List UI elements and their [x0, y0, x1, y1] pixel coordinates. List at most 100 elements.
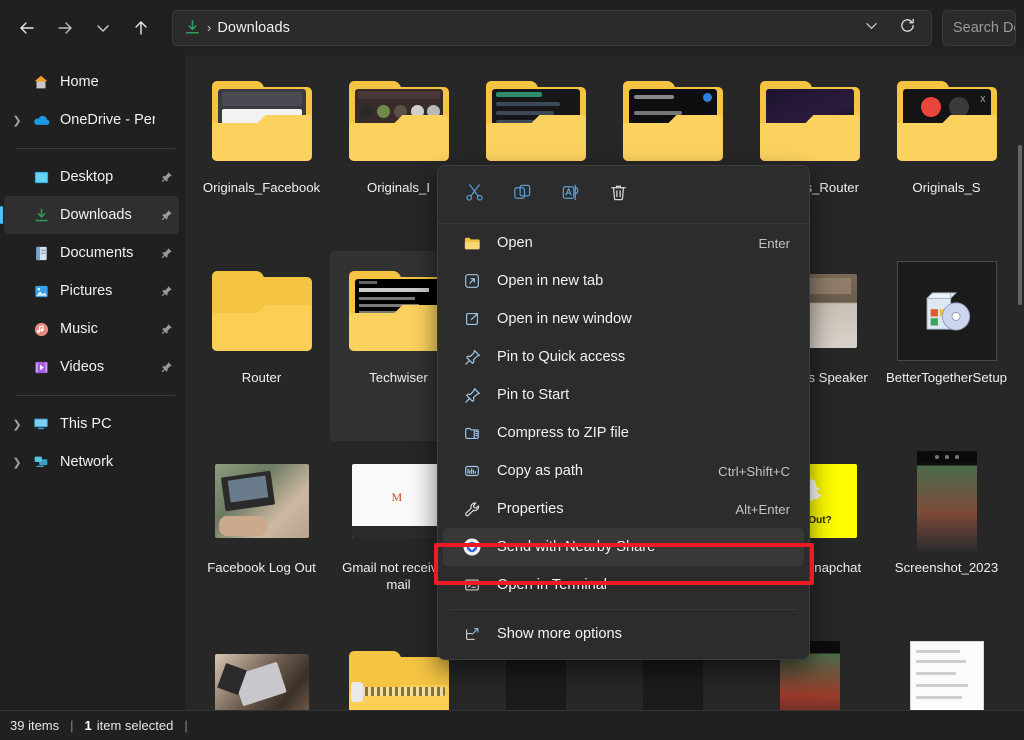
- context-menu-separator: [450, 609, 797, 610]
- folder-thumbnail: [759, 69, 860, 173]
- sidebar-item-pictures[interactable]: Pictures: [4, 272, 179, 310]
- delete-button[interactable]: [594, 175, 642, 215]
- sidebar-item-label: Music: [60, 321, 98, 337]
- file-name: Facebook Log Out: [207, 560, 316, 575]
- file-tile[interactable]: Router: [193, 251, 330, 441]
- this-pc-icon: [28, 414, 54, 434]
- context-menu-item-open-in-new-tab[interactable]: Open in new tab: [443, 262, 804, 300]
- forward-button[interactable]: [46, 9, 84, 47]
- sidebar-item-downloads[interactable]: Downloads: [0, 196, 179, 234]
- desktop-icon: [28, 167, 54, 187]
- arrow-up-icon: [131, 18, 151, 38]
- context-menu-item-label: Open in new tab: [497, 273, 604, 289]
- address-bar[interactable]: › Downloads: [172, 9, 932, 46]
- chevron-right-icon[interactable]: ❯: [6, 456, 28, 469]
- file-tile[interactable]: BetterTogetherSetup: [878, 251, 1015, 441]
- photo-preview: [214, 654, 309, 710]
- sidebar-item-videos[interactable]: Videos: [4, 348, 179, 386]
- wrench-icon: [459, 500, 485, 519]
- context-menu-item-pin-to-quick-access[interactable]: Pin to Quick access: [443, 338, 804, 376]
- refresh-button[interactable]: [889, 12, 925, 44]
- pin-icon[interactable]: [155, 170, 179, 184]
- file-name: Screenshot_2023: [894, 560, 999, 575]
- context-menu-item-label: Copy as path: [497, 463, 583, 479]
- onedrive-cloud-icon: [28, 110, 54, 130]
- search-input[interactable]: Search Down: [942, 9, 1016, 46]
- context-menu-item-label: Compress to ZIP file: [497, 425, 629, 441]
- recent-locations-button[interactable]: [84, 9, 122, 47]
- folder-thumbnail: [348, 259, 449, 363]
- context-menu-item-label: Open in Terminal: [497, 577, 608, 593]
- breadcrumb-separator: ›: [207, 20, 212, 35]
- address-dropdown-button[interactable]: [853, 12, 889, 44]
- back-button[interactable]: [8, 9, 46, 47]
- context-menu-item-label: Open in new window: [497, 311, 632, 327]
- chevron-right-icon[interactable]: ❯: [6, 418, 28, 431]
- context-menu-item-label: Open: [497, 235, 533, 251]
- sidebar-item-label: OneDrive - Persona: [60, 112, 155, 128]
- copy-button[interactable]: [498, 175, 546, 215]
- file-explorer-window: › Downloads Search Down: [0, 0, 1024, 740]
- context-menu-item-label: Pin to Start: [497, 387, 570, 403]
- context-menu-item-show-more-options[interactable]: Show more options: [443, 615, 804, 653]
- chevron-right-icon[interactable]: ❯: [6, 114, 28, 127]
- folder-icon: [485, 81, 586, 161]
- folder-thumbnail: [211, 259, 312, 363]
- context-menu-item-accel: Alt+Enter: [735, 501, 790, 517]
- new-window-icon: [459, 310, 485, 328]
- toolbar: › Downloads Search Down: [0, 0, 1024, 55]
- vertical-scrollbar[interactable]: [1016, 55, 1024, 710]
- pin-icon[interactable]: [155, 208, 179, 222]
- sidebar-item-music[interactable]: Music: [4, 310, 179, 348]
- sidebar-item-home[interactable]: Home: [4, 63, 179, 101]
- downloads-icon: [179, 19, 205, 36]
- up-button[interactable]: [122, 9, 160, 47]
- breadcrumb[interactable]: Downloads: [217, 20, 290, 36]
- context-menu-item-send-with-nearby-share[interactable]: Send with Nearby Share: [443, 528, 804, 566]
- downloads-icon: [28, 205, 54, 225]
- context-menu[interactable]: Open Enter Open in new tab Open in new w…: [437, 165, 810, 660]
- selected-count: 1: [84, 718, 92, 733]
- context-menu-item-pin-to-start[interactable]: Pin to Start: [443, 376, 804, 414]
- file-tile[interactable]: Facebook Log Out: [193, 441, 330, 631]
- sidebar-item-this-pc[interactable]: ❯ This PC: [4, 405, 179, 443]
- file-tile[interactable]: Screenshot_2023 0821_124201: [878, 631, 1015, 710]
- file-tile[interactable]: X Originals_S: [878, 61, 1015, 251]
- chevron-down-icon: [95, 20, 111, 36]
- documents-icon: [28, 243, 54, 263]
- pin-icon[interactable]: [155, 360, 179, 374]
- context-menu-item-accel: Enter: [758, 235, 790, 251]
- file-name: Originals_S: [912, 180, 981, 195]
- new-tab-icon: [459, 272, 485, 290]
- scrollbar-thumb[interactable]: [1018, 145, 1022, 305]
- scissors-icon: [464, 182, 485, 208]
- sidebar-item-label: Network: [60, 454, 114, 470]
- image-thumbnail: M: [349, 449, 449, 553]
- pin-icon[interactable]: [155, 246, 179, 260]
- pictures-icon: [28, 281, 54, 301]
- document-preview: [909, 641, 984, 710]
- context-menu-item-copy-as-path[interactable]: Copy as path Ctrl+Shift+C: [443, 452, 804, 490]
- context-menu-item-compress-to-zip[interactable]: Compress to ZIP file: [443, 414, 804, 452]
- home-icon: [28, 72, 54, 92]
- context-menu-item-open-in-new-window[interactable]: Open in new window: [443, 300, 804, 338]
- sidebar-item-network[interactable]: ❯ Network: [4, 443, 179, 481]
- app-thumbnail: [896, 259, 997, 363]
- sidebar-item-desktop[interactable]: Desktop: [4, 158, 179, 196]
- folder-icon: X: [896, 81, 997, 161]
- sidebar-item-onedrive[interactable]: ❯ OneDrive - Persona: [4, 101, 179, 139]
- file-tile[interactable]: Originals_Facebook: [193, 61, 330, 251]
- pin-icon[interactable]: [155, 322, 179, 336]
- chevron-down-icon: [864, 18, 879, 38]
- context-menu-item-open[interactable]: Open Enter: [443, 224, 804, 262]
- context-menu-item-properties[interactable]: Properties Alt+Enter: [443, 490, 804, 528]
- cut-button[interactable]: [450, 175, 498, 215]
- file-tile[interactable]: PC as Router: [193, 631, 330, 710]
- sidebar-item-label: Pictures: [60, 283, 113, 299]
- sidebar-item-documents[interactable]: Documents: [4, 234, 179, 272]
- file-tile[interactable]: Screenshot_2023: [878, 441, 1015, 631]
- rename-button[interactable]: [546, 175, 594, 215]
- context-menu-item-open-in-terminal[interactable]: Open in Terminal: [443, 566, 804, 604]
- pin-icon[interactable]: [155, 284, 179, 298]
- sidebar-separator: [16, 148, 175, 149]
